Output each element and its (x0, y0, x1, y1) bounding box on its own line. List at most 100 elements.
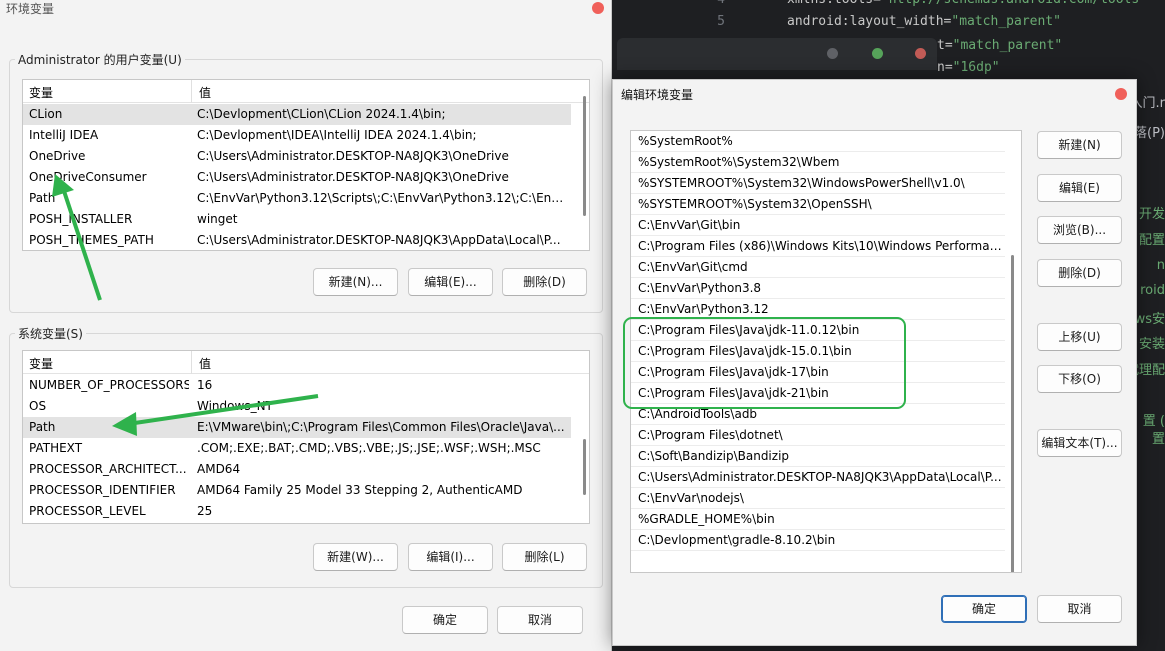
column-header-name[interactable]: 变量 (29, 84, 53, 101)
table-row[interactable]: PROCESSOR_ARCHITECT... AMD64 (23, 459, 571, 480)
code-attribute: n= (937, 60, 953, 75)
code-value: "match_parent" (952, 38, 1063, 53)
window-dot-icon[interactable] (872, 48, 883, 59)
variable-name: IntelliJ IDEA (29, 128, 99, 142)
user-edit-button[interactable]: 编辑(E)... (408, 268, 493, 296)
list-item[interactable]: C:\Soft\Bandizip\Bandizip (631, 446, 1005, 467)
cancel-button[interactable]: 取消 (1037, 595, 1122, 623)
ok-button[interactable]: 确定 (941, 595, 1027, 623)
side-panel-text: ws安 (1134, 312, 1165, 327)
list-item[interactable]: C:\EnvVar\nodejs\ (631, 488, 1005, 509)
line-number: 5 (717, 14, 725, 29)
user-variables-table[interactable]: 变量 值 CLion C:\Devlopment\CLion\CLion 2024… (22, 79, 590, 251)
browse-button[interactable]: 浏览(B)... (1037, 216, 1122, 244)
variable-value: AMD64 Family 25 Model 33 Stepping 2, Aut… (197, 483, 523, 497)
variable-value: C:\Users\Administrator.DESKTOP-NA8JQK3\O… (197, 149, 509, 163)
table-row[interactable]: CLion C:\Devlopment\CLion\CLion 2024.1.4\… (23, 104, 571, 125)
path-entry-text: %SystemRoot% (638, 134, 733, 148)
list-item[interactable]: C:\Users\Administrator.DESKTOP-NA8JQK3\A… (631, 467, 1005, 488)
system-variables-table[interactable]: 变量 值 NUMBER_OF_PROCESSORS 16 OS Windows_NT P… (22, 350, 590, 524)
list-item[interactable]: C:\Program Files\dotnet\ (631, 425, 1005, 446)
table-row[interactable]: OS Windows_NT (23, 396, 571, 417)
variable-value: 16 (197, 378, 213, 392)
list-item[interactable]: C:\Devlopment\gradle-8.10.2\bin (631, 530, 1005, 551)
variable-value: C:\Users\Administrator.DESKTOP-NA8JQK3\O… (197, 170, 509, 184)
move-up-button[interactable]: 上移(U) (1037, 323, 1122, 351)
table-row[interactable]: PROCESSOR_LEVEL 25 (23, 501, 571, 522)
path-entry-text: C:\EnvVar\Python3.12 (638, 302, 769, 316)
variable-value: .COM;.EXE;.BAT;.CMD;.VBS;.VBE;.JS;.JSE;.… (197, 441, 541, 455)
dialog-title: 编辑环境变量 (621, 88, 694, 102)
side-panel-text: 安装 (1138, 337, 1165, 352)
list-item[interactable]: C:\Program Files (x86)\Windows Kits\10\W… (631, 236, 1005, 257)
variable-name: POSH_INSTALLER (29, 212, 133, 226)
variable-name: PATHEXT (29, 441, 83, 455)
variable-name: OS (29, 399, 47, 413)
path-entry-text: C:\AndroidTools\adb (638, 407, 758, 421)
scrollbar[interactable] (583, 96, 586, 216)
dialog-title: 环境变量 (6, 2, 55, 16)
variable-value: AMD64 (197, 462, 241, 476)
system-delete-button[interactable]: 删除(L) (502, 543, 587, 571)
ok-button[interactable]: 确定 (402, 606, 488, 634)
edit-text-button[interactable]: 编辑文本(T)... (1037, 429, 1122, 457)
close-icon[interactable] (592, 2, 604, 14)
user-delete-button[interactable]: 删除(D) (502, 268, 587, 296)
variable-value: E:\VMware\bin\;C:\Program Files\Common F… (197, 420, 565, 434)
variable-name: PROCESSOR_IDENTIFIER (29, 483, 176, 497)
path-entry-text: C:\EnvVar\Git\bin (638, 218, 741, 232)
table-row[interactable]: PATHEXT .COM;.EXE;.BAT;.CMD;.VBS;.VBE;.JS… (23, 438, 571, 459)
window-dot-icon[interactable] (827, 48, 838, 59)
variable-name: CLion (29, 107, 63, 121)
table-row[interactable]: Path E:\VMware\bin\;C:\Program Files\Comm… (23, 417, 571, 438)
list-item[interactable]: C:\EnvVar\Python3.8 (631, 278, 1005, 299)
list-item[interactable]: %SYSTEMROOT%\System32\WindowsPowerShell\… (631, 173, 1005, 194)
system-new-button[interactable]: 新建(W)... (313, 543, 398, 571)
delete-path-button[interactable]: 删除(D) (1037, 259, 1122, 287)
code-attribute: t= (937, 38, 953, 53)
list-item[interactable]: %SystemRoot% (631, 131, 1005, 152)
list-item[interactable]: %SystemRoot%\System32\Wbem (631, 152, 1005, 173)
table-row[interactable]: OneDriveConsumer C:\Users\Administrator.D… (23, 167, 571, 188)
column-header-value[interactable]: 值 (199, 355, 211, 372)
column-header-value[interactable]: 值 (199, 84, 211, 101)
table-row[interactable]: OneDrive C:\Users\Administrator.DESKTOP-N… (23, 146, 571, 167)
cancel-button[interactable]: 取消 (497, 606, 583, 634)
scrollbar[interactable] (1011, 255, 1014, 572)
list-item[interactable]: %GRADLE_HOME%\bin (631, 509, 1005, 530)
table-row[interactable]: POSH_INSTALLER winget (23, 209, 571, 230)
environment-variables-dialog: 环境变量 Administrator 的用户变量(U) 变量 值 CLion C:… (0, 0, 612, 651)
table-row[interactable]: PROCESSOR_IDENTIFIER AMD64 Family 25 Mode… (23, 480, 571, 501)
system-variables-label: 系统变量(S) (15, 325, 86, 342)
new-path-button[interactable]: 新建(N) (1037, 131, 1122, 159)
list-item[interactable]: C:\EnvVar\Git\cmd (631, 257, 1005, 278)
variable-name: OneDrive (29, 149, 86, 163)
list-item[interactable]: C:\EnvVar\Git\bin (631, 215, 1005, 236)
user-new-button[interactable]: 新建(N)... (313, 268, 398, 296)
path-entry-text: C:\Devlopment\gradle-8.10.2\bin (638, 533, 836, 547)
ide-side-panel-text: 入门.r 落(P) 开发 配置 n roid ws安 安装 代理配置 (置 (1126, 0, 1165, 651)
path-entry-text: %SYSTEMROOT%\System32\WindowsPowerShell\… (638, 176, 965, 190)
variable-value: C:\Users\Administrator.DESKTOP-NA8JQK3\A… (197, 233, 561, 247)
system-edit-button[interactable]: 编辑(I)... (408, 543, 493, 571)
path-entry-text: %SystemRoot%\System32\Wbem (638, 155, 840, 169)
side-panel-text: n (1156, 258, 1165, 273)
variable-name: Path (29, 191, 56, 205)
table-row[interactable]: IntelliJ IDEA C:\Devlopment\IDEA\IntelliJ… (23, 125, 571, 146)
column-header-name[interactable]: 变量 (29, 355, 53, 372)
edit-path-button[interactable]: 编辑(E) (1037, 174, 1122, 202)
code-value: "match_parent" (951, 14, 1061, 29)
variable-value: C:\Devlopment\CLion\CLion 2024.1.4\bin; (197, 107, 446, 121)
scrollbar[interactable] (583, 439, 586, 495)
path-entry-text: C:\Program Files (x86)\Windows Kits\10\W… (638, 239, 1002, 253)
list-item[interactable]: %SYSTEMROOT%\System32\OpenSSH\ (631, 194, 1005, 215)
move-down-button[interactable]: 下移(O) (1037, 365, 1122, 393)
table-row[interactable]: NUMBER_OF_PROCESSORS 16 (23, 375, 571, 396)
variable-value: winget (197, 212, 238, 226)
code-value: "16dp" (952, 60, 1000, 75)
floating-window-titlebar (617, 38, 937, 70)
window-dot-icon[interactable] (915, 48, 926, 59)
close-icon[interactable] (1115, 88, 1127, 100)
table-row[interactable]: Path C:\EnvVar\Python3.12\Scripts\;C:\Env… (23, 188, 571, 209)
table-row[interactable]: POSH_THEMES_PATH C:\Users\Administrator.D… (23, 230, 571, 250)
